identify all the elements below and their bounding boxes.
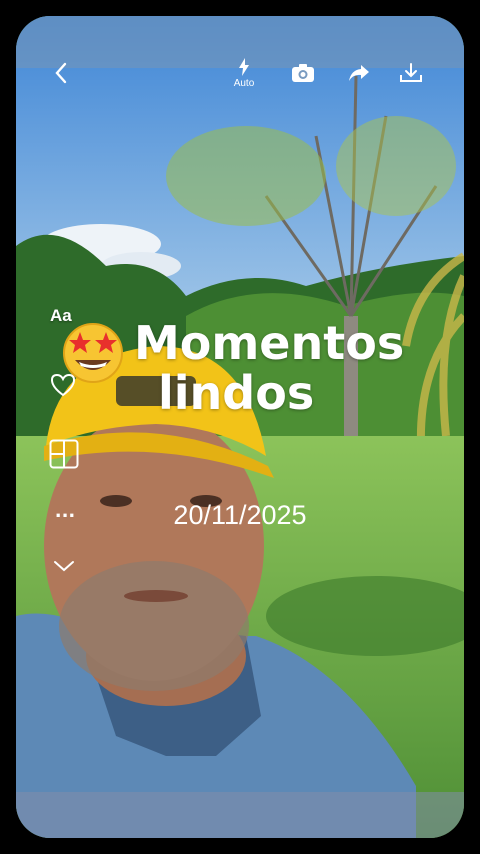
- beard: [59, 561, 249, 691]
- caption-line-2: lindos: [158, 366, 315, 420]
- flash-button[interactable]: [232, 57, 256, 77]
- flash-mode-label: Auto: [233, 78, 255, 89]
- share-icon: [349, 65, 369, 81]
- tree-foliage: [166, 126, 326, 226]
- caption-line-1: Momentos: [134, 316, 405, 370]
- collapse-button[interactable]: [50, 556, 78, 576]
- chevron-down-icon: [54, 561, 74, 572]
- download-button[interactable]: [396, 60, 426, 86]
- share-button[interactable]: [344, 60, 374, 86]
- photo-background: [16, 16, 464, 838]
- story-caption[interactable]: Momentos lindos: [60, 318, 440, 418]
- layout-grid-icon: [49, 439, 79, 469]
- download-icon: [400, 63, 422, 82]
- eye: [100, 495, 132, 507]
- tree-foliage: [336, 116, 456, 216]
- camera-button[interactable]: [288, 60, 318, 86]
- bottom-bar-backdrop: [16, 792, 464, 838]
- date-label[interactable]: 20/11/2025: [140, 500, 340, 531]
- more-options-button[interactable]: ...: [50, 500, 80, 522]
- back-button[interactable]: [46, 60, 76, 86]
- camera-icon: [292, 64, 314, 82]
- mouth: [124, 590, 188, 602]
- flash-icon: [239, 58, 249, 76]
- layout-button[interactable]: [48, 438, 80, 470]
- story-frame: [16, 16, 464, 838]
- chevron-left-icon: [55, 62, 67, 84]
